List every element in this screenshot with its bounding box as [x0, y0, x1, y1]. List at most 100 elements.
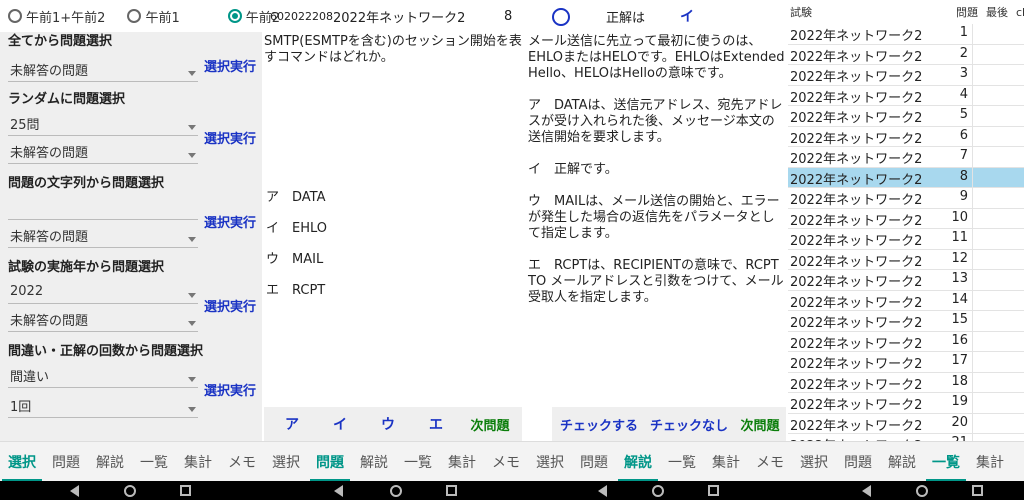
tab-9[interactable]: 解説	[352, 442, 396, 482]
exec-button-year[interactable]: 選択実行	[198, 286, 262, 324]
table-row[interactable]: 2022年ネットワーク221	[788, 434, 1024, 441]
tab-15[interactable]: 解説	[616, 442, 660, 482]
tab-23[interactable]: 集計	[968, 442, 1012, 482]
table-row[interactable]: 2022年ネットワーク2 1	[788, 24, 1024, 45]
tab-10[interactable]: 一覧	[396, 442, 440, 482]
table-row[interactable]: 2022年ネットワーク2 4	[788, 85, 1024, 106]
answer-e-button[interactable]: エ	[416, 407, 456, 441]
row-exam: 2022年ネットワーク2	[790, 418, 923, 434]
next-question-button-2[interactable]: 次問題	[734, 407, 786, 441]
recents-icon[interactable]	[972, 485, 983, 496]
dropdown-arrow-icon	[188, 125, 196, 130]
tab-24[interactable]: メ	[1012, 442, 1024, 482]
tab-1[interactable]: 選択	[0, 442, 44, 482]
year-filter-dropdown[interactable]: 未解答の問題	[8, 308, 198, 332]
bottom-tab-bar: 選択 問題 解説 一覧 集計 メモ 選択 問題 解説 一覧 集計 メモ 選択 問題 解説 一覧 集計 メモ 選択 問題…	[0, 441, 1024, 482]
column-header-check: ch	[1016, 5, 1024, 19]
tab-5[interactable]: 集計	[176, 442, 220, 482]
tab-6[interactable]: メモ	[220, 442, 264, 482]
answer-a-button[interactable]: ア	[272, 407, 312, 441]
table-row[interactable]: 2022年ネットワーク2 19	[788, 393, 1024, 414]
tab-11[interactable]: 集計	[440, 442, 484, 482]
back-icon[interactable]	[598, 485, 607, 497]
table-row[interactable]: 2022年ネットワーク2 16	[788, 331, 1024, 352]
dropdown-value: 25問	[10, 118, 40, 133]
home-icon[interactable]	[916, 485, 928, 497]
next-question-button[interactable]: 次問題	[462, 407, 518, 441]
answer-i-button[interactable]: イ	[320, 407, 360, 441]
tab-12[interactable]: メモ	[484, 442, 528, 482]
year-dropdown[interactable]: 2022	[8, 280, 198, 304]
tab-17[interactable]: 集計	[704, 442, 748, 482]
row-exam: 2022年ネットワーク2	[790, 213, 923, 229]
table-row[interactable]: 2022年ネットワーク2 7	[788, 147, 1024, 168]
no-check-button[interactable]: チェックなし	[646, 407, 732, 441]
table-row[interactable]: 2022年ネットワーク2 18	[788, 372, 1024, 393]
table-row[interactable]: 2022年ネットワーク2 11	[788, 229, 1024, 250]
recents-icon[interactable]	[180, 485, 191, 496]
tab-20[interactable]: 問題	[836, 442, 880, 482]
all-filter-dropdown[interactable]: 未解答の問題	[8, 58, 198, 82]
text-search-input[interactable]	[8, 196, 198, 220]
tab-19[interactable]: 選択	[792, 442, 836, 482]
table-row[interactable]: 2022年ネットワーク2 17	[788, 352, 1024, 373]
row-last	[972, 290, 1012, 310]
row-number: 12	[951, 250, 968, 266]
column-header-exam: 試験	[790, 6, 812, 19]
tab-21[interactable]: 解説	[880, 442, 924, 482]
table-row[interactable]: 2022年ネットワーク2 13	[788, 270, 1024, 291]
answer-u-button[interactable]: ウ	[368, 407, 408, 441]
table-row[interactable]: 2022年ネットワーク2 9	[788, 188, 1024, 209]
random-filter-dropdown[interactable]: 未解答の問題	[8, 140, 198, 164]
row-last	[972, 331, 1012, 351]
row-number: 18	[951, 373, 968, 389]
recents-icon[interactable]	[446, 485, 457, 496]
home-icon[interactable]	[124, 485, 136, 497]
count-type-dropdown[interactable]: 間違い	[8, 364, 198, 388]
table-row[interactable]: 2022年ネットワーク2 10	[788, 208, 1024, 229]
tab-18[interactable]: メモ	[748, 442, 792, 482]
exec-button-text[interactable]: 選択実行	[198, 202, 262, 240]
exec-button-random[interactable]: 選択実行	[198, 118, 262, 156]
row-number: 4	[959, 86, 968, 102]
table-row[interactable]: 2022年ネットワーク2 2	[788, 44, 1024, 65]
row-last	[972, 311, 1012, 331]
tab-2[interactable]: 問題	[44, 442, 88, 482]
home-icon[interactable]	[390, 485, 402, 497]
row-number: 10	[951, 209, 968, 225]
tab-13[interactable]: 選択	[528, 442, 572, 482]
dropdown-value: 間違い	[10, 370, 50, 385]
home-icon[interactable]	[652, 485, 664, 497]
text-filter-dropdown[interactable]: 未解答の問題	[8, 224, 198, 248]
table-row[interactable]: 2022年ネットワーク2 3	[788, 65, 1024, 86]
tab-14[interactable]: 問題	[572, 442, 616, 482]
row-last	[972, 249, 1012, 269]
table-row[interactable]: 2022年ネットワーク2 20	[788, 413, 1024, 434]
tab-8[interactable]: 問題	[308, 442, 352, 482]
table-row[interactable]: 2022年ネットワーク2 15	[788, 311, 1024, 332]
random-count-dropdown[interactable]: 25問	[8, 112, 198, 136]
table-row[interactable]: 2022年ネットワーク2 6	[788, 126, 1024, 147]
count-value-dropdown[interactable]: 1回	[8, 394, 198, 418]
recents-icon[interactable]	[708, 485, 719, 496]
table-row[interactable]: 2022年ネットワーク2 12	[788, 249, 1024, 270]
radio-am1[interactable]: 午前1	[127, 7, 180, 26]
tab-7[interactable]: 選択	[264, 442, 308, 482]
exec-button-count[interactable]: 選択実行	[198, 370, 262, 408]
back-icon[interactable]	[334, 485, 343, 497]
table-row[interactable]: 2022年ネットワーク2 14	[788, 290, 1024, 311]
back-icon[interactable]	[862, 485, 871, 497]
exec-button-all[interactable]: 選択実行	[198, 46, 262, 84]
table-row[interactable]: 2022年ネットワーク2 5	[788, 106, 1024, 127]
back-icon[interactable]	[70, 485, 79, 497]
app-root: 午前1+午前2 午前1 午前2 602022208 2022年ネットワーク2 8…	[0, 0, 1024, 500]
table-row[interactable]: 2022年ネットワーク2 8	[788, 167, 1024, 188]
choice-u: ウ MAIL	[266, 252, 324, 267]
question-id: 602022208	[270, 9, 333, 23]
check-button[interactable]: チェックする	[556, 407, 642, 441]
tab-22[interactable]: 一覧	[924, 442, 968, 482]
tab-16[interactable]: 一覧	[660, 442, 704, 482]
radio-am1-am2[interactable]: 午前1+午前2	[8, 7, 105, 26]
tab-3[interactable]: 解説	[88, 442, 132, 482]
tab-4[interactable]: 一覧	[132, 442, 176, 482]
